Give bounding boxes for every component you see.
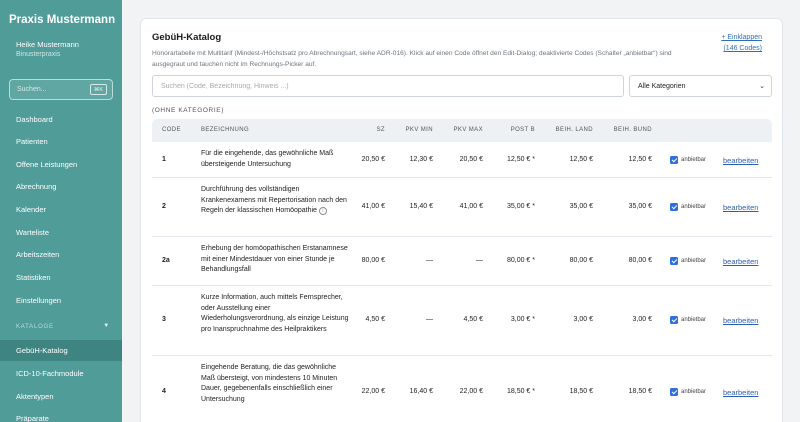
- anbietbar-checkbox[interactable]: [670, 156, 678, 164]
- edit-link[interactable]: bearbeiten: [723, 156, 758, 165]
- row-post-b: 3,00 € *: [510, 316, 535, 323]
- row-pkv-max: —: [476, 257, 483, 264]
- row-beih-bund: 3,00 €: [632, 316, 652, 323]
- row-pkv-max: 41,00 €: [459, 203, 483, 210]
- edit-link[interactable]: bearbeiten: [723, 316, 758, 325]
- row-beih-land: 12,50 €: [569, 156, 593, 163]
- sidebar-section-kataloge[interactable]: KATALOGE ▼: [16, 323, 110, 330]
- row-beih-land: 3,00 €: [573, 316, 593, 323]
- anbietbar-label: anbietbar: [681, 204, 707, 210]
- row-pkv-max: 22,00 €: [459, 388, 483, 395]
- table-row[interactable]: 1 Für die eingehende, das gewöhnliche Ma…: [152, 142, 772, 178]
- row-post-b: 12,50 € *: [506, 156, 535, 163]
- sidebar-search[interactable]: Suchen... ⌘K: [9, 79, 113, 100]
- catalog-description: Honorartabelle mit Multitarif (Mindest-/…: [152, 50, 672, 68]
- anbietbar-checkbox[interactable]: [670, 388, 678, 396]
- edit-link[interactable]: bearbeiten: [723, 203, 758, 212]
- sidebar-item-offene-leistungen[interactable]: Offene Leistungen: [0, 154, 122, 175]
- sidebar-item-praeparate[interactable]: Präparate: [0, 408, 122, 422]
- table-row[interactable]: 2a Erhebung der homöopathischen Erstanam…: [152, 237, 772, 286]
- anbietbar-label: anbietbar: [681, 157, 707, 163]
- sidebar-item-dashboard[interactable]: Dashboard: [0, 109, 122, 130]
- sidebar: Praxis Mustermann Heike Mustermann Binus…: [0, 0, 122, 422]
- row-post-b: 35,00 € *: [506, 203, 535, 210]
- column-header-pkv-max: PKV MAX: [453, 127, 483, 133]
- column-header-bezeichnung: BEZEICHNUNG: [201, 127, 250, 133]
- sidebar-item-kalender[interactable]: Kalender: [0, 199, 122, 220]
- sidebar-item-statistiken[interactable]: Statistiken: [0, 267, 122, 288]
- anbietbar-checkbox[interactable]: [670, 316, 678, 324]
- sidebar-search-placeholder: Suchen...: [17, 86, 47, 93]
- row-bezeichnung: Eingehende Beratung, die das gewöhnliche…: [201, 364, 338, 403]
- sidebar-item-aktentypen[interactable]: Aktentypen: [0, 386, 122, 407]
- code-count: (146 Codes): [723, 45, 762, 52]
- edit-link[interactable]: bearbeiten: [723, 257, 758, 266]
- row-code: 2: [162, 203, 166, 210]
- sidebar-item-arbeitszeiten[interactable]: Arbeitszeiten: [0, 244, 122, 265]
- anbietbar-label: anbietbar: [681, 317, 707, 323]
- row-pkv-max: 20,50 €: [459, 156, 483, 163]
- row-beih-land: 80,00 €: [569, 257, 593, 264]
- row-beih-bund: 18,50 €: [628, 388, 652, 395]
- anbietbar-label: anbietbar: [681, 258, 707, 264]
- edit-link[interactable]: bearbeiten: [723, 388, 758, 397]
- row-pkv-max: 4,50 €: [463, 316, 483, 323]
- sidebar-item-gebueh-katalog[interactable]: GebüH-Katalog: [0, 340, 122, 361]
- group-label: (OHNE KATEGORIE): [152, 107, 224, 114]
- user-name: Heike Mustermann: [16, 40, 79, 49]
- catalog-card: GebüH-Katalog Honorartabelle mit Multita…: [140, 18, 783, 422]
- row-code: 4: [162, 388, 166, 395]
- anbietbar-checkbox[interactable]: [670, 203, 678, 211]
- catalog-search-input[interactable]: [152, 75, 624, 97]
- table-row[interactable]: 4 Eingehende Beratung, die das gewöhnlic…: [152, 356, 772, 422]
- category-select-value: Alle Kategorien: [638, 83, 686, 90]
- column-header-beih-land: BEIH. LAND: [555, 127, 593, 133]
- table-header: CODE BEZEICHNUNG SZ PKV MIN PKV MAX POST…: [152, 119, 772, 142]
- column-header-post-b: POST B: [510, 127, 535, 133]
- table-row[interactable]: 3 Kurze Information, auch mittels Fernsp…: [152, 286, 772, 356]
- category-select[interactable]: Alle Kategorien ⌄: [629, 75, 772, 97]
- user-organization: Binusterpraxis: [16, 51, 61, 58]
- sidebar-item-icd10-fachmodule[interactable]: ICD-10-Fachmodule: [0, 363, 122, 384]
- chevron-down-icon: ▼: [103, 323, 110, 329]
- anbietbar-checkbox[interactable]: [670, 257, 678, 265]
- row-post-b: 18,50 € *: [506, 388, 535, 395]
- row-beih-bund: 12,50 €: [628, 156, 652, 163]
- collapse-label: + Einklappen: [721, 34, 762, 41]
- keyboard-shortcut-badge: ⌘K: [89, 84, 107, 95]
- page-title: GebüH-Katalog: [152, 32, 222, 43]
- chevron-down-icon: ⌄: [759, 83, 765, 90]
- collapse-toggle-link[interactable]: + Einklappen (146 Codes): [721, 32, 762, 54]
- column-header-code: CODE: [162, 127, 181, 133]
- row-bezeichnung: Kurze Information, auch mittels Fernspre…: [201, 294, 349, 333]
- row-code: 1: [162, 156, 166, 163]
- table-row[interactable]: 2 Durchführung des vollständigen Kranken…: [152, 178, 772, 237]
- row-code: 3: [162, 316, 166, 323]
- row-bezeichnung: Durchführung des vollständigen Krankenex…: [201, 185, 351, 217]
- sidebar-section-label: KATALOGE: [16, 324, 54, 330]
- row-beih-bund: 80,00 €: [628, 257, 652, 264]
- row-code: 2a: [162, 257, 170, 264]
- anbietbar-label: anbietbar: [681, 389, 707, 395]
- column-header-beih-bund: BEIH. BUND: [613, 127, 652, 133]
- sidebar-item-abrechnung[interactable]: Abrechnung: [0, 176, 122, 197]
- sidebar-item-patienten[interactable]: Patienten: [0, 131, 122, 152]
- brand-title: Praxis Mustermann: [9, 14, 116, 26]
- row-beih-land: 18,50 €: [569, 388, 593, 395]
- row-post-b: 80,00 € *: [506, 257, 535, 264]
- row-beih-bund: 35,00 €: [628, 203, 652, 210]
- row-beih-land: 35,00 €: [569, 203, 593, 210]
- sidebar-item-warteliste[interactable]: Warteliste: [0, 222, 122, 243]
- sidebar-item-einstellungen[interactable]: Einstellungen: [0, 290, 122, 311]
